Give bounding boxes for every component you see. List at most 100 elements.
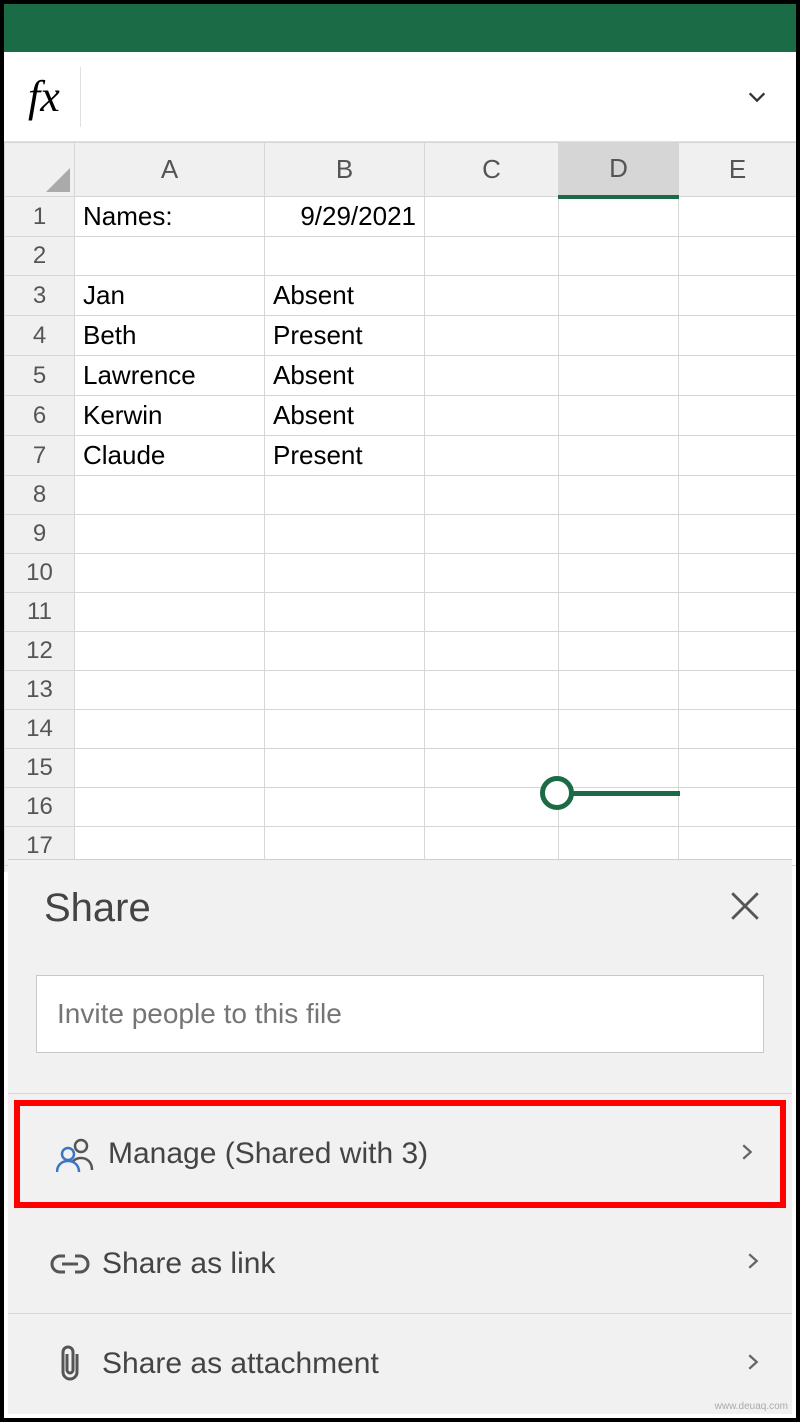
cell[interactable]: Beth [75, 316, 265, 356]
cell[interactable] [425, 788, 559, 827]
cell[interactable] [559, 396, 679, 436]
cell[interactable] [265, 237, 425, 276]
cell[interactable] [265, 788, 425, 827]
row-header[interactable]: 3 [5, 276, 75, 316]
cell[interactable]: Names: [75, 197, 265, 237]
cell[interactable] [559, 356, 679, 396]
column-header-e[interactable]: E [679, 143, 797, 197]
cell[interactable] [679, 356, 797, 396]
cell[interactable] [679, 237, 797, 276]
cell[interactable] [559, 476, 679, 515]
cell[interactable] [425, 316, 559, 356]
close-icon[interactable] [728, 889, 762, 928]
manage-shared-row[interactable]: Manage (Shared with 3) [14, 1100, 786, 1208]
cell[interactable] [679, 276, 797, 316]
cell[interactable] [425, 276, 559, 316]
formula-input[interactable] [80, 67, 782, 127]
column-header-c[interactable]: C [425, 143, 559, 197]
cell[interactable] [559, 671, 679, 710]
column-header-a[interactable]: A [75, 143, 265, 197]
cell[interactable]: Kerwin [75, 396, 265, 436]
cell[interactable]: Absent [265, 396, 425, 436]
share-as-link-row[interactable]: Share as link [8, 1214, 792, 1314]
column-header-d[interactable]: D [559, 143, 679, 197]
row-header[interactable]: 11 [5, 593, 75, 632]
cell[interactable] [679, 436, 797, 476]
row-header[interactable]: 10 [5, 554, 75, 593]
cell[interactable] [679, 476, 797, 515]
cell[interactable] [265, 554, 425, 593]
cell[interactable] [679, 632, 797, 671]
row-header[interactable]: 8 [5, 476, 75, 515]
cell[interactable] [679, 396, 797, 436]
cell[interactable] [679, 671, 797, 710]
cell[interactable] [559, 593, 679, 632]
row-header[interactable]: 16 [5, 788, 75, 827]
cell[interactable] [425, 356, 559, 396]
spreadsheet-grid[interactable]: A B C D E 1 Names: 9/29/2021 2 3 JanAbse… [4, 142, 796, 872]
cell[interactable] [559, 515, 679, 554]
cell[interactable] [425, 515, 559, 554]
cell[interactable] [425, 396, 559, 436]
row-header[interactable]: 6 [5, 396, 75, 436]
cell[interactable] [679, 593, 797, 632]
row-header[interactable]: 15 [5, 749, 75, 788]
cell[interactable] [679, 316, 797, 356]
cell[interactable] [425, 554, 559, 593]
cell[interactable]: Lawrence [75, 356, 265, 396]
cell[interactable]: Absent [265, 276, 425, 316]
cell[interactable]: Absent [265, 356, 425, 396]
row-header[interactable]: 9 [5, 515, 75, 554]
column-header-b[interactable]: B [265, 143, 425, 197]
cell[interactable] [559, 436, 679, 476]
cell[interactable] [75, 632, 265, 671]
cell[interactable] [559, 710, 679, 749]
cell[interactable]: Claude [75, 436, 265, 476]
cell[interactable] [559, 197, 679, 237]
cell[interactable] [679, 710, 797, 749]
cell[interactable] [425, 237, 559, 276]
cell[interactable] [559, 749, 679, 788]
cell[interactable] [265, 749, 425, 788]
cell[interactable] [265, 593, 425, 632]
cell[interactable] [559, 316, 679, 356]
cell[interactable] [679, 554, 797, 593]
row-header[interactable]: 7 [5, 436, 75, 476]
cell[interactable] [75, 788, 265, 827]
row-header[interactable]: 14 [5, 710, 75, 749]
cell[interactable] [425, 749, 559, 788]
cell[interactable] [425, 593, 559, 632]
row-header[interactable]: 12 [5, 632, 75, 671]
cell[interactable] [559, 554, 679, 593]
chevron-down-icon[interactable] [742, 82, 772, 112]
cell[interactable] [425, 476, 559, 515]
cell[interactable]: Jan [75, 276, 265, 316]
cell[interactable] [559, 276, 679, 316]
cell[interactable] [425, 671, 559, 710]
cell[interactable] [679, 749, 797, 788]
cell[interactable]: 9/29/2021 [265, 197, 425, 237]
cell[interactable] [559, 632, 679, 671]
share-as-attachment-row[interactable]: Share as attachment [8, 1314, 792, 1414]
cell[interactable] [679, 197, 797, 237]
cell[interactable] [265, 515, 425, 554]
row-header[interactable]: 4 [5, 316, 75, 356]
cell[interactable] [425, 710, 559, 749]
selection-handle-icon[interactable] [540, 776, 574, 810]
cell[interactable] [75, 237, 265, 276]
cell[interactable] [559, 237, 679, 276]
row-header[interactable]: 1 [5, 197, 75, 237]
row-header[interactable]: 13 [5, 671, 75, 710]
cell[interactable]: Present [265, 316, 425, 356]
row-header[interactable]: 5 [5, 356, 75, 396]
cell[interactable] [679, 788, 797, 827]
cell[interactable] [75, 710, 265, 749]
cell[interactable] [265, 476, 425, 515]
invite-input[interactable] [36, 975, 764, 1053]
cell[interactable] [75, 554, 265, 593]
cell[interactable] [425, 436, 559, 476]
row-header[interactable]: 2 [5, 237, 75, 276]
cell[interactable]: Present [265, 436, 425, 476]
cell[interactable] [75, 476, 265, 515]
cell[interactable] [265, 671, 425, 710]
